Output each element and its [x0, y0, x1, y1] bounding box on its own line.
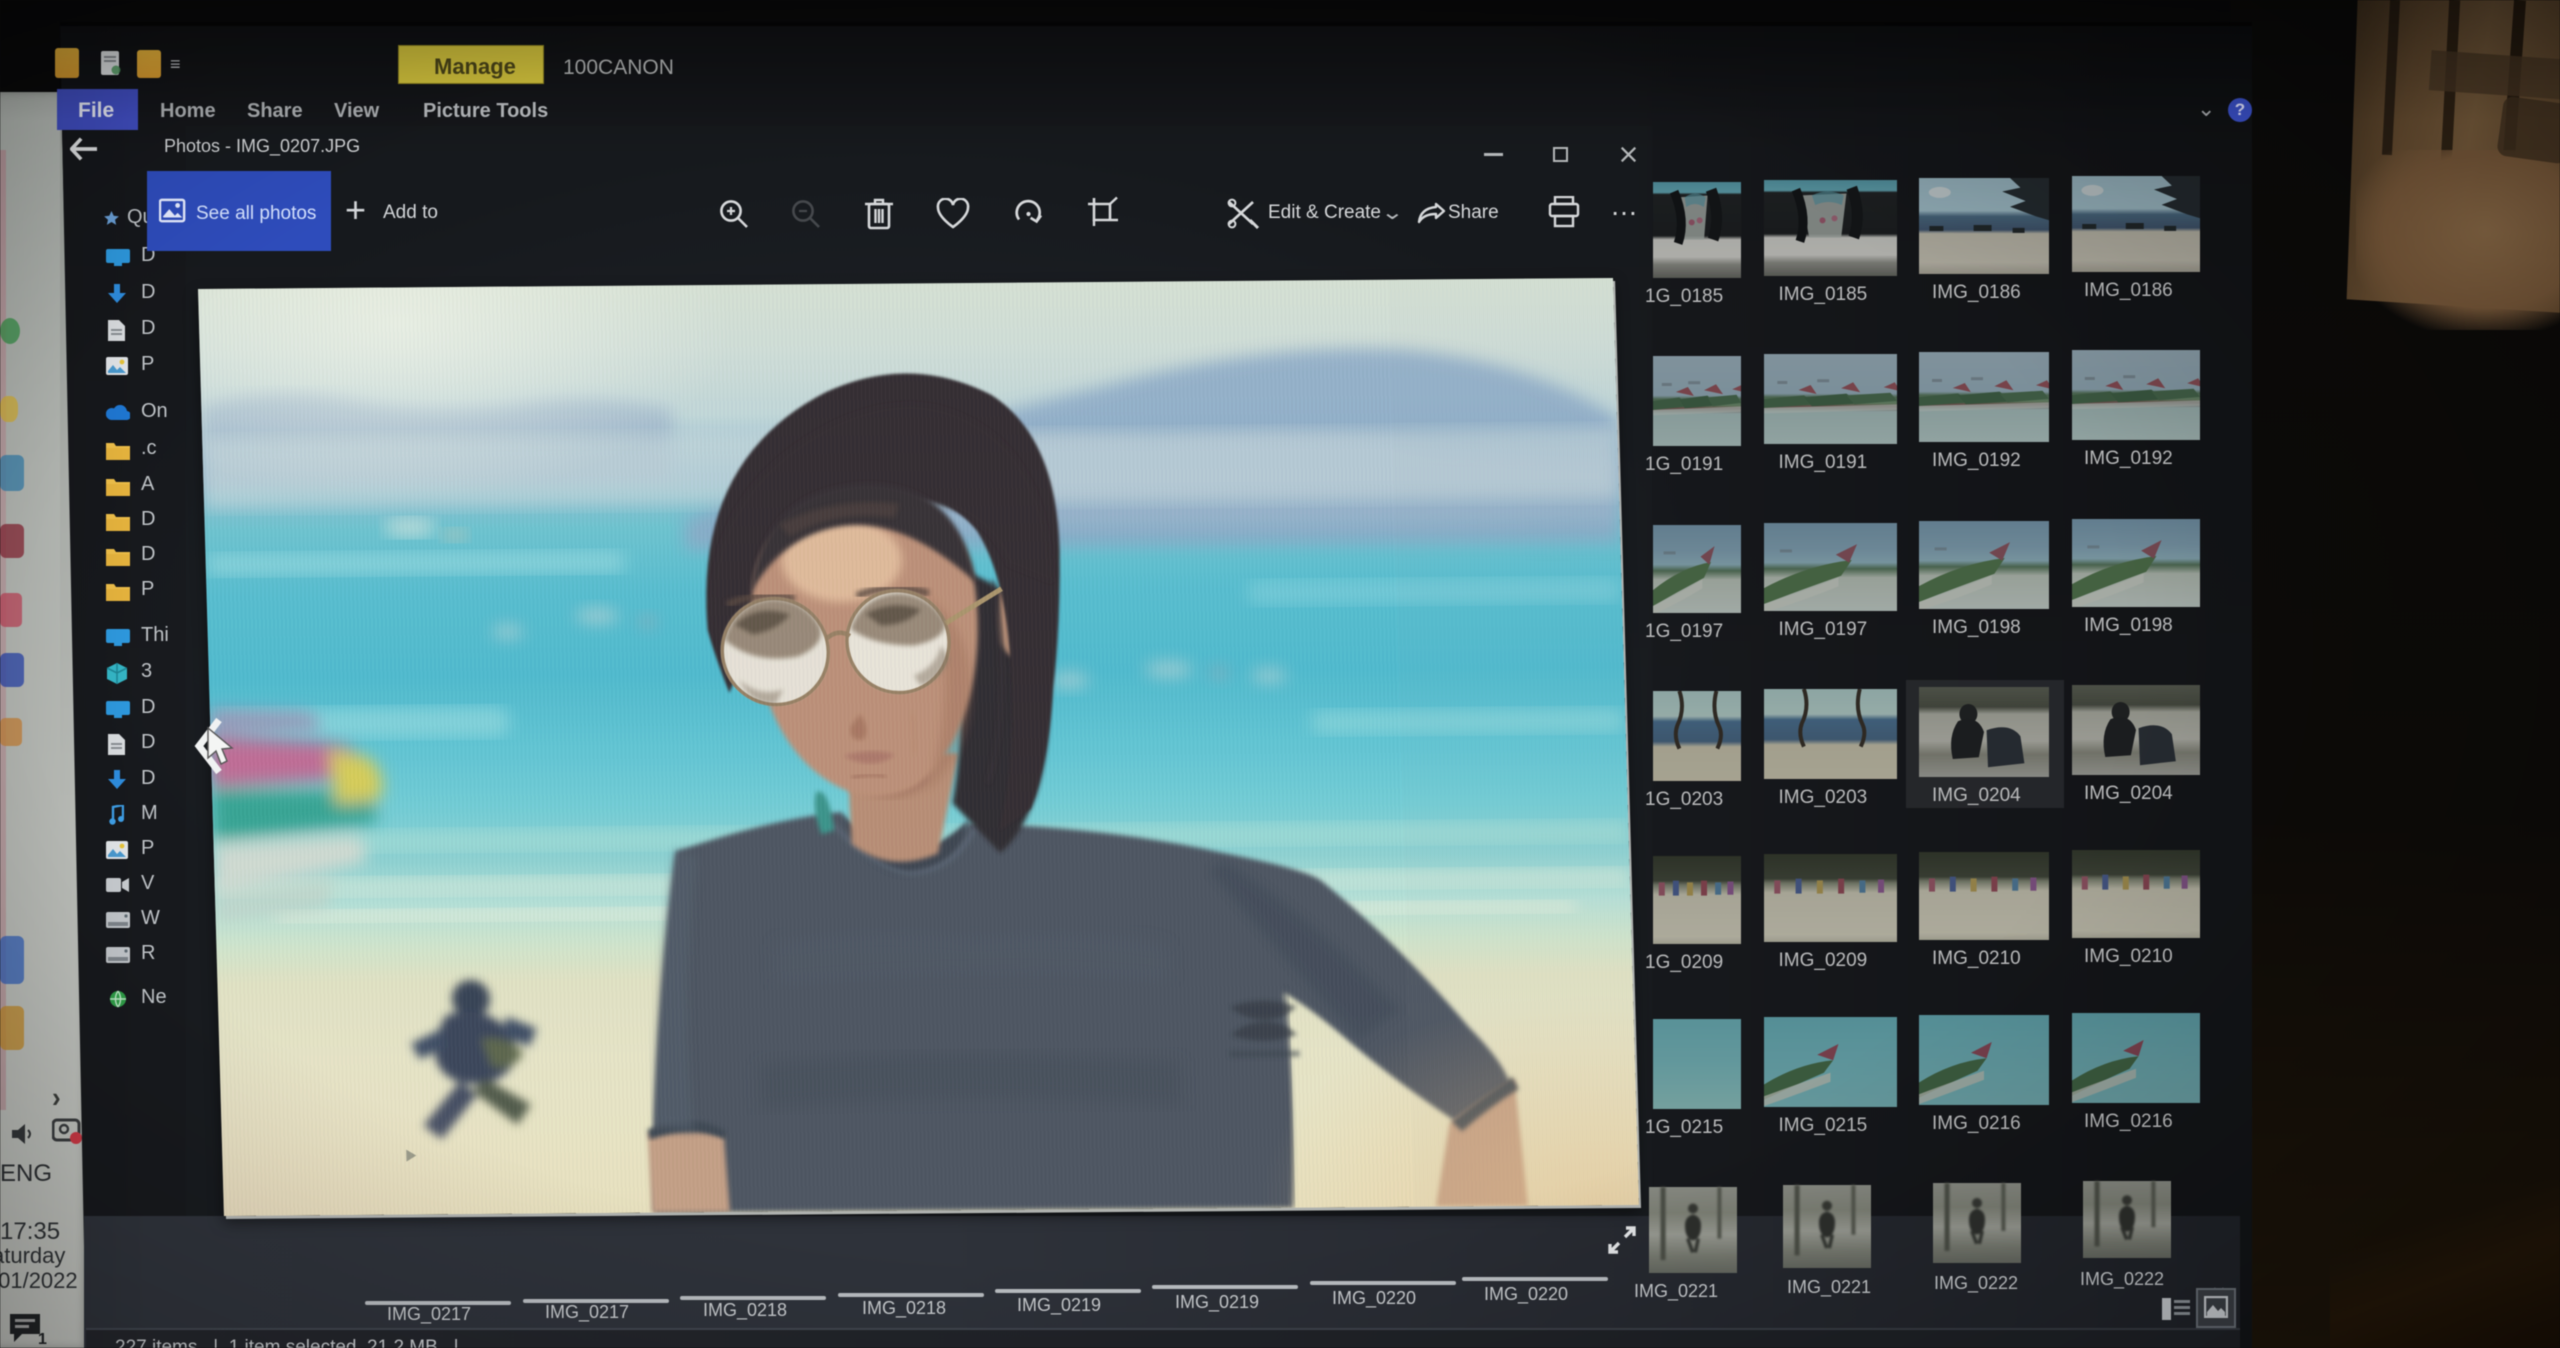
svg-text:1: 1: [38, 1331, 47, 1348]
